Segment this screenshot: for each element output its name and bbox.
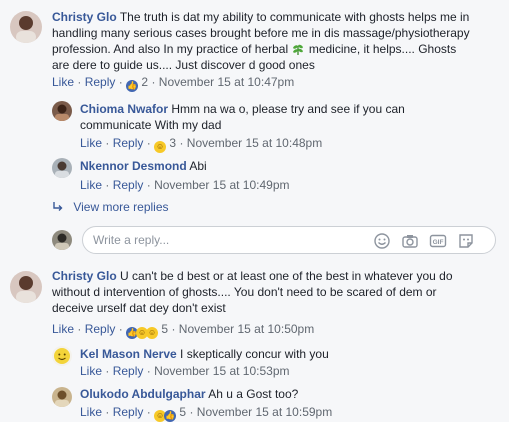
comment-author[interactable]: Nkennor Desmond <box>80 159 187 173</box>
comment-text: Hmm na wa o, please try and see if you c… <box>171 102 405 116</box>
reactions[interactable]: 👍☺ ☺ <box>126 322 161 339</box>
like-link[interactable]: Like <box>80 405 102 419</box>
comment-meta: Like · Reply · 👍☺ ☺ 5 · November 15 at 10… <box>52 322 315 339</box>
comment-author[interactable]: Chioma Nwafor <box>80 102 168 116</box>
herb-emoji-icon <box>291 42 305 56</box>
haha-reaction-icon: ☺ <box>146 327 159 339</box>
reply-composer: GIF <box>52 223 500 257</box>
comment-text: handling many serious cases brought befo… <box>52 26 470 40</box>
view-more-replies[interactable]: View more replies <box>52 199 169 217</box>
haha-reaction-icon[interactable]: ☺ <box>154 141 167 153</box>
comment-text: The truth is dat my ability to communica… <box>119 10 470 24</box>
timestamp[interactable]: November 15 at 10:53pm <box>154 364 289 378</box>
comment-author[interactable]: Kel Mason Nerve <box>80 347 177 361</box>
avatar[interactable] <box>10 271 42 303</box>
avatar <box>52 230 72 250</box>
reply-input[interactable] <box>93 232 363 248</box>
like-link[interactable]: Like <box>52 322 74 336</box>
timestamp[interactable]: November 15 at 10:59pm <box>197 405 332 419</box>
comment-text: communicate With my dad <box>80 118 222 132</box>
avatar[interactable] <box>52 346 72 366</box>
comment-meta: Like · Reply · November 15 at 10:49pm <box>80 178 290 192</box>
reply-link[interactable]: Reply <box>113 364 144 378</box>
timestamp[interactable]: November 15 at 10:47pm <box>159 75 294 89</box>
smiley-icon[interactable] <box>373 232 391 250</box>
reaction-count[interactable]: 3 <box>169 136 176 150</box>
reactions[interactable]: ☺👍 <box>154 405 179 422</box>
comment-text: Abi <box>189 159 207 173</box>
reply-link[interactable]: Reply <box>113 405 144 419</box>
timestamp[interactable]: November 15 at 10:48pm <box>187 136 322 150</box>
reply-input-box[interactable]: GIF <box>82 226 496 254</box>
reaction-count[interactable]: 5 <box>179 405 186 419</box>
reaction-count[interactable]: 2 <box>141 75 148 89</box>
comment-author[interactable]: Olukodo Abdulgaphar <box>80 387 206 401</box>
comment: Christy Glo The truth is dat my ability … <box>52 9 507 73</box>
comment-text: without d intervention of ghosts.... You… <box>52 285 437 299</box>
comment-meta: Like · Reply · 👍 2 · November 15 at 10:4… <box>52 75 295 92</box>
reply-link[interactable]: Reply <box>85 322 116 336</box>
comment-author[interactable]: Christy Glo <box>52 269 117 283</box>
comment-text: are dere to guide us.... Just discover d… <box>52 58 315 72</box>
reply-link[interactable]: Reply <box>113 136 144 150</box>
comment: Olukodo Abdulgaphar Ah u a Gost too? <box>80 386 500 402</box>
comment-text: profession. And also In my practice of h… <box>52 42 289 56</box>
timestamp[interactable]: November 15 at 10:49pm <box>154 178 289 192</box>
like-link[interactable]: Like <box>52 75 74 89</box>
sticker-icon[interactable] <box>457 232 475 250</box>
comment-meta: Like · Reply · November 15 at 10:53pm <box>80 364 290 378</box>
comment-text: deceive urself dat dey don't exist <box>52 301 226 315</box>
svg-text:GIF: GIF <box>433 239 444 246</box>
like-link[interactable]: Like <box>80 178 102 192</box>
comment-text: I skeptically concur with you <box>180 347 329 361</box>
reply-link[interactable]: Reply <box>113 178 144 192</box>
comment-author[interactable]: Christy Glo <box>52 10 117 24</box>
timestamp[interactable]: November 15 at 10:50pm <box>179 322 314 336</box>
gif-icon[interactable]: GIF <box>429 232 447 250</box>
reaction-count[interactable]: 5 <box>161 322 168 336</box>
camera-icon[interactable] <box>401 232 419 250</box>
reply-arrow-icon <box>52 201 66 217</box>
comment: Chioma Nwafor Hmm na wa o, please try an… <box>80 101 500 133</box>
comment: Kel Mason Nerve I skeptically concur wit… <box>80 346 500 362</box>
like-reaction-icon[interactable]: 👍 <box>126 80 139 92</box>
view-more-replies-label[interactable]: View more replies <box>73 200 168 214</box>
like-link[interactable]: Like <box>80 136 102 150</box>
avatar[interactable] <box>52 387 72 407</box>
reply-link[interactable]: Reply <box>85 75 116 89</box>
comment-text: Ah u a Gost too? <box>208 387 299 401</box>
comment-text: U can't be d best or at least one of the… <box>120 269 453 283</box>
comment-text: medicine, it helps.... Ghosts <box>308 42 457 56</box>
like-reaction-icon: 👍 <box>164 410 177 422</box>
comment: Nkennor Desmond Abi <box>80 158 500 174</box>
avatar[interactable] <box>52 158 72 178</box>
comment-meta: Like · Reply · ☺ 3 · November 15 at 10:4… <box>80 136 323 153</box>
like-link[interactable]: Like <box>80 364 102 378</box>
avatar[interactable] <box>52 101 72 121</box>
comment-meta: Like · Reply · ☺👍 5 · November 15 at 10:… <box>80 405 333 422</box>
comment: Christy Glo U can't be d best or at leas… <box>52 268 507 316</box>
avatar[interactable] <box>10 11 42 43</box>
